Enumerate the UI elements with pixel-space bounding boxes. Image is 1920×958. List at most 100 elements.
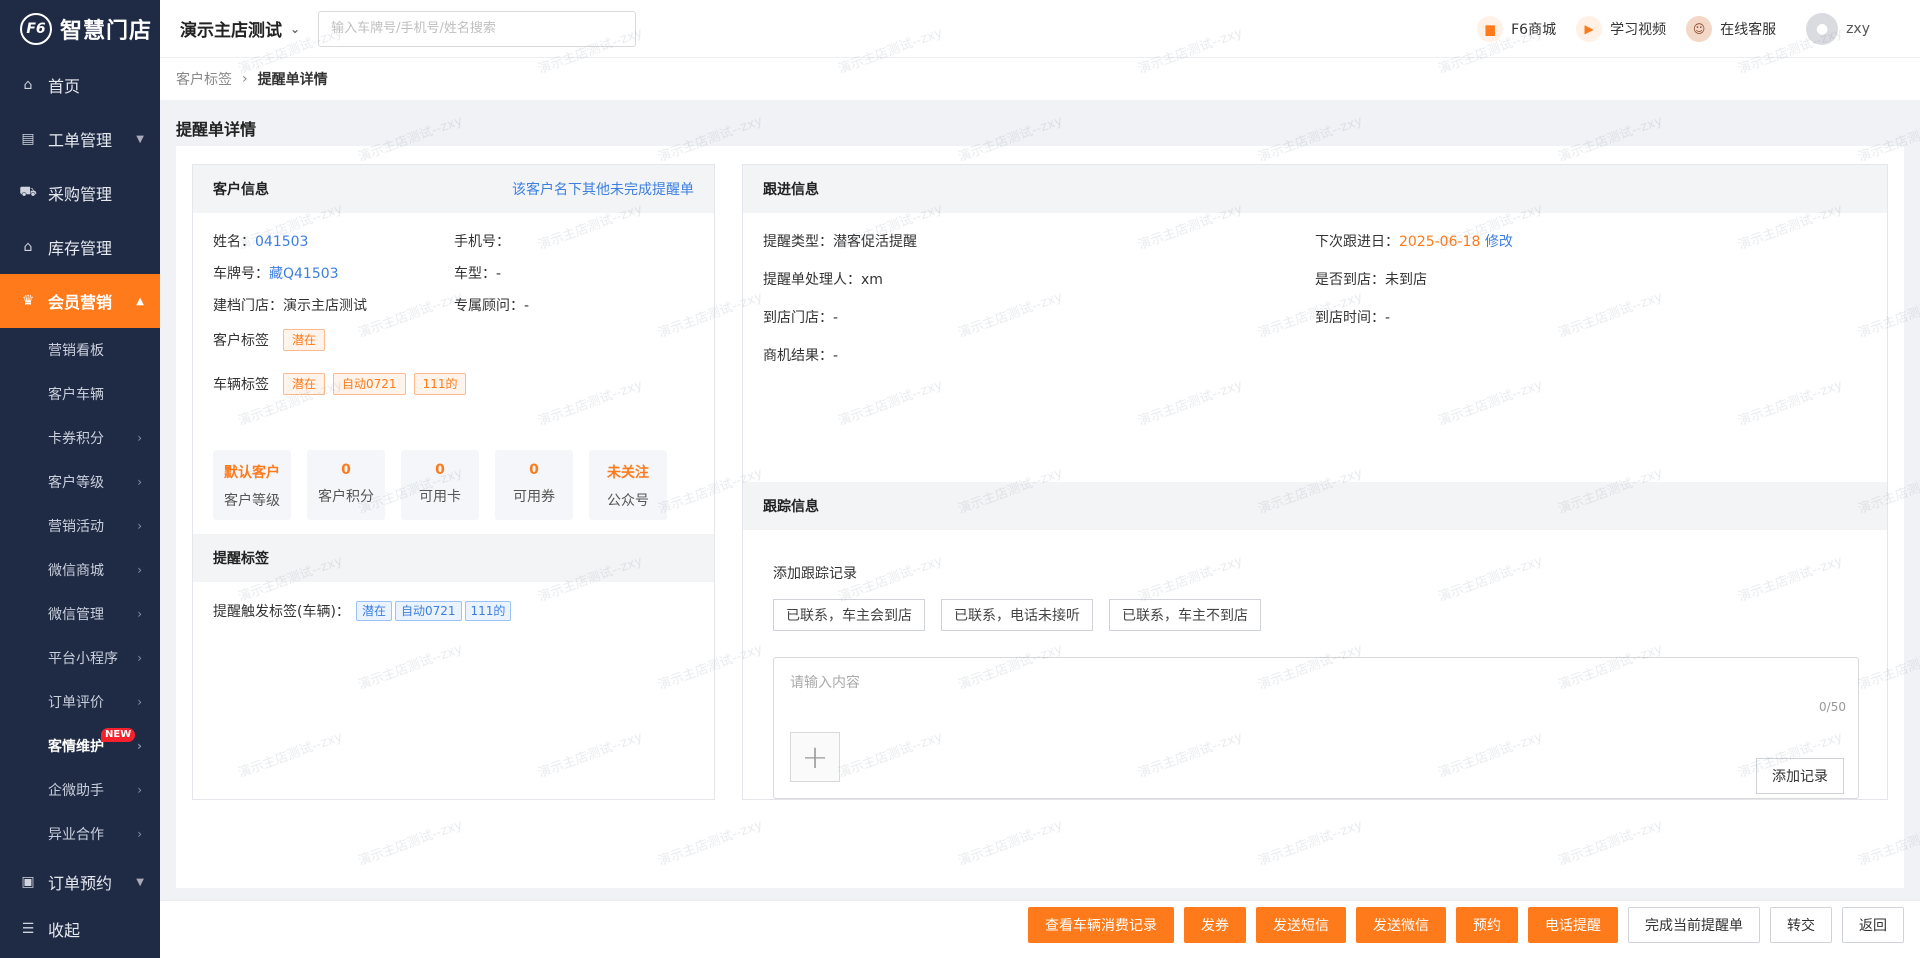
breadcrumb-parent[interactable]: 客户标签 <box>176 69 232 89</box>
upload-image-button[interactable]: + <box>790 732 840 782</box>
stat-official-account[interactable]: 未关注 公众号 <box>589 450 667 520</box>
arrive-time-label: 到店时间： <box>1315 310 1385 326</box>
service-label: 在线客服 <box>1720 22 1777 38</box>
quick-reply-no-answer[interactable]: 已联系，电话未接听 <box>941 599 1093 631</box>
back-button[interactable]: 返回 <box>1842 907 1904 943</box>
sub-wecom-assistant[interactable]: 企微助手 › <box>0 768 160 812</box>
f6-mall-link[interactable]: ▆ F6商城 <box>1477 16 1556 42</box>
follow-panel-title: 跟进信息 <box>763 182 819 198</box>
chevron-right-icon: › <box>137 563 142 577</box>
name-label: 姓名： <box>213 234 255 250</box>
sidebar-bottom: ▣ 订单预约 ▼ ☰ 收起 <box>0 857 160 951</box>
complete-reminder-button[interactable]: 完成当前提醒单 <box>1628 907 1760 943</box>
modify-link[interactable]: 修改 <box>1485 234 1513 250</box>
sub-wechat-manage[interactable]: 微信管理 › <box>0 592 160 636</box>
arrived-field: 是否到店：未到店 <box>1315 269 1427 289</box>
customer-panel: 客户信息 该客户名下其他未完成提醒单 姓名：041503 手机号： 车牌号：藏Q… <box>192 164 715 800</box>
sub-campaigns[interactable]: 营销活动 › <box>0 504 160 548</box>
sub-order-review[interactable]: 订单评价 › <box>0 680 160 724</box>
nav-appointments-label: 订单预约 <box>48 874 113 893</box>
sub-customer-care-label: 客情维护 <box>48 739 104 755</box>
send-sms-button[interactable]: 发送短信 <box>1256 907 1346 943</box>
nav-purchase-label: 采购管理 <box>48 185 113 204</box>
caret-up-icon: ▲ <box>136 295 144 307</box>
vehicle-tag: 111的 <box>413 373 467 395</box>
chevron-right-icon: › <box>137 739 142 753</box>
tracking-textarea[interactable] <box>774 658 1858 718</box>
nav-purchase[interactable]: ⛟ 采购管理 <box>0 166 160 220</box>
other-reminders-link[interactable]: 该客户名下其他未完成提醒单 <box>512 179 694 199</box>
plate-field: 车牌号：藏Q41503 <box>213 263 339 283</box>
user-name: zxy <box>1846 21 1870 37</box>
nav-inventory[interactable]: ⌂ 库存管理 <box>0 220 160 274</box>
logo[interactable]: F6 智慧门店 <box>0 0 160 58</box>
add-record-button[interactable]: 添加记录 <box>1756 758 1844 794</box>
phone-reminder-button[interactable]: 电话提醒 <box>1528 907 1618 943</box>
user-menu[interactable]: ● zxy <box>1806 13 1870 45</box>
arrive-time-value: - <box>1385 310 1391 326</box>
sub-customer-level[interactable]: 客户等级 › <box>0 460 160 504</box>
quick-reply-wont-arrive[interactable]: 已联系，车主不到店 <box>1109 599 1261 631</box>
nav-collapse[interactable]: ☰ 收起 <box>0 907 160 951</box>
next-follow-label: 下次跟进日： <box>1315 234 1399 250</box>
nav-appointments[interactable]: ▣ 订单预约 ▼ <box>0 857 160 907</box>
name-value[interactable]: 041503 <box>255 234 308 250</box>
stat-value: 0 <box>529 462 539 478</box>
stat-customer-level[interactable]: 默认客户 客户等级 <box>213 450 291 520</box>
vehicle-tag: 自动0721 <box>333 373 406 395</box>
store-field: 建档门店：演示主店测试 <box>213 295 367 315</box>
appointment-button[interactable]: 预约 <box>1456 907 1518 943</box>
stat-customer-points[interactable]: 0 客户积分 <box>307 450 385 520</box>
reminder-type-field: 提醒类型：潜客促活提醒 <box>763 231 917 251</box>
transfer-button[interactable]: 转交 <box>1770 907 1832 943</box>
search-input[interactable] <box>318 10 637 47</box>
warehouse-icon: ⌂ <box>23 239 33 255</box>
stat-available-cards[interactable]: 0 可用卡 <box>401 450 479 520</box>
arrived-label: 是否到店： <box>1315 272 1385 288</box>
chevron-right-icon: › <box>137 475 142 489</box>
service-link[interactable]: ☺ 在线客服 <box>1686 16 1776 42</box>
name-field: 姓名：041503 <box>213 231 308 251</box>
customer-tag: 潜在 <box>283 329 326 351</box>
sub-mini-program-label: 平台小程序 <box>48 651 118 667</box>
send-coupon-button[interactable]: 发券 <box>1184 907 1246 943</box>
nav-orders[interactable]: ▤ 工单管理 ▼ <box>0 112 160 166</box>
store-selector[interactable]: 演示主店测试 ⌄ <box>180 16 300 41</box>
chevron-right-icon: › <box>242 71 248 87</box>
stat-available-coupons[interactable]: 0 可用券 <box>495 450 573 520</box>
video-label: 学习视频 <box>1610 22 1667 38</box>
cart-icon: ⛟ <box>19 184 37 200</box>
chevron-right-icon: › <box>137 519 142 533</box>
nav-member-marketing-label: 会员营销 <box>48 293 113 312</box>
page-title: 提醒单详情 <box>176 120 257 139</box>
plate-label: 车牌号： <box>213 266 269 282</box>
sub-customer-vehicle[interactable]: 客户车辆 <box>0 372 160 416</box>
customer-tags-row: 客户标签 潜在 <box>213 329 333 351</box>
plate-value[interactable]: 藏Q41503 <box>269 266 339 282</box>
quick-reply-will-arrive[interactable]: 已联系，车主会到店 <box>773 599 925 631</box>
sub-customer-care[interactable]: 客情维护 NEW › <box>0 724 160 768</box>
send-wechat-button[interactable]: 发送微信 <box>1356 907 1446 943</box>
sub-cross-industry[interactable]: 异业合作 › <box>0 812 160 856</box>
stat-label: 客户积分 <box>318 489 374 505</box>
model-field: 车型：- <box>454 263 501 283</box>
arrive-store-label: 到店门店： <box>763 310 833 326</box>
sub-wechat-mall[interactable]: 微信商城 › <box>0 548 160 592</box>
nav-orders-label: 工单管理 <box>48 131 113 150</box>
nav-member-marketing[interactable]: ♛ 会员营销 ▲ <box>0 274 160 328</box>
trigger-tags-label: 提醒触发标签(车辆)： <box>213 604 350 620</box>
result-value: - <box>833 348 839 364</box>
view-consumption-button[interactable]: 查看车辆消费记录 <box>1028 907 1174 943</box>
user-avatar-icon: ● <box>1806 13 1839 45</box>
nav-collapse-label: 收起 <box>48 921 81 940</box>
f6-mall-label: F6商城 <box>1511 22 1557 38</box>
breadcrumb: 客户标签 › 提醒单详情 <box>160 58 1920 100</box>
video-link[interactable]: ▶ 学习视频 <box>1576 16 1666 42</box>
sub-dashboard[interactable]: 营销看板 <box>0 328 160 372</box>
nav-home[interactable]: ⌂ 首页 <box>0 58 160 112</box>
topbar: 演示主店测试 ⌄ ▆ F6商城 ▶ 学习视频 ☺ 在线客服 ● zxy <box>160 0 1920 58</box>
nav-inventory-label: 库存管理 <box>48 239 113 258</box>
sub-cards-points[interactable]: 卡券积分 › <box>0 416 160 460</box>
sub-mini-program[interactable]: 平台小程序 › <box>0 636 160 680</box>
tracking-input-box: 0/50 + 添加记录 <box>773 657 1859 799</box>
